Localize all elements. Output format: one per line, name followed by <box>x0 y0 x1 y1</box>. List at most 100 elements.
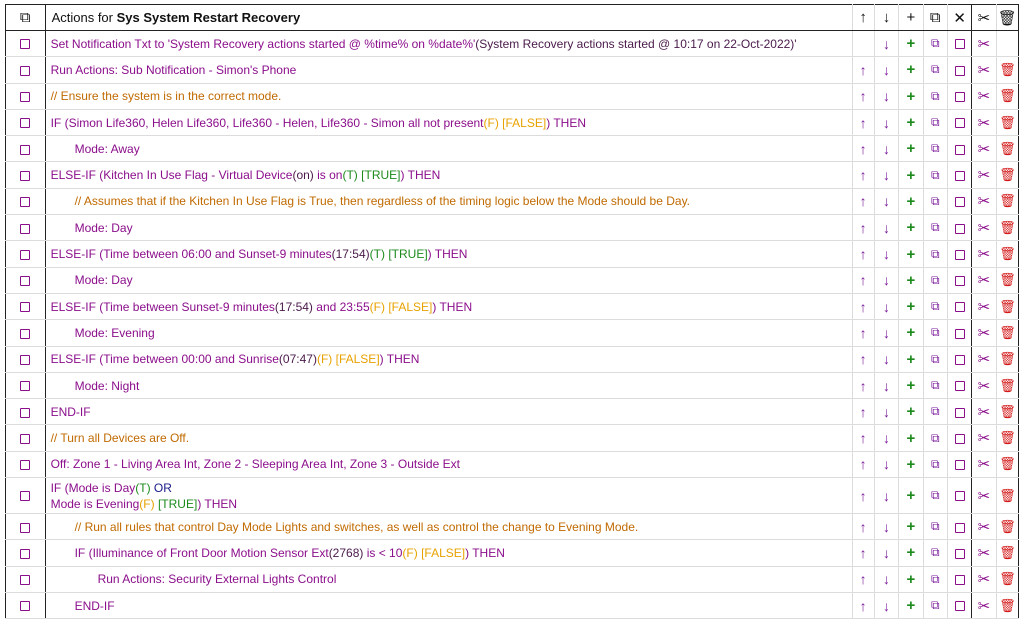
insert-cell[interactable]: + <box>898 292 924 321</box>
select-cell[interactable] <box>946 266 973 294</box>
arrow-up-icon[interactable]: ↑ <box>860 545 867 561</box>
copy-cell[interactable]: ⧉ <box>922 292 948 321</box>
delete-cell[interactable]: 🗑 <box>995 82 1020 110</box>
scissors-icon[interactable]: ✂ <box>978 456 991 473</box>
delete-cell[interactable]: 🗑 <box>995 565 1020 593</box>
select-cell[interactable] <box>946 591 973 619</box>
plus-icon[interactable]: + <box>907 167 916 184</box>
checkbox-icon[interactable] <box>954 223 965 234</box>
arrow-down-icon[interactable]: ↓ <box>883 115 890 131</box>
trash-icon[interactable]: 🗑 <box>999 246 1016 261</box>
cut-cell[interactable]: ✂ <box>971 292 997 321</box>
copy-icon[interactable]: ⧉ <box>931 141 940 155</box>
trash-icon[interactable]: 🗑 <box>999 519 1016 534</box>
delete-cell[interactable]: 🗑 <box>995 450 1020 479</box>
trash-icon[interactable]: 🗑 <box>999 378 1016 393</box>
scissors-icon[interactable]: ✂ <box>978 351 991 368</box>
cut-cell[interactable]: ✂ <box>971 135 997 163</box>
scissors-icon[interactable]: ✂ <box>978 571 991 588</box>
copy-cell[interactable]: ⧉ <box>922 477 948 515</box>
delete-cell[interactable] <box>995 29 1020 58</box>
trash-icon[interactable]: 🗑 <box>999 299 1016 314</box>
row-checkbox[interactable] <box>20 381 31 392</box>
cut-cell[interactable]: ✂ <box>971 513 997 541</box>
insert-cell[interactable]: + <box>898 187 924 216</box>
copy-cell[interactable]: ⧉ <box>922 82 948 110</box>
move-down-cell[interactable]: ↓ <box>873 29 900 58</box>
insert-cell[interactable]: + <box>898 539 924 567</box>
plus-icon[interactable]: + <box>907 544 916 561</box>
move-up-cell[interactable]: ↑ <box>851 56 875 84</box>
action-text[interactable]: IF (Simon Life360, Helen Life360, Life36… <box>44 108 853 137</box>
arrow-down-icon[interactable]: ↓ <box>883 88 890 104</box>
delete-cell[interactable]: 🗑 <box>995 266 1020 294</box>
copy-icon[interactable]: ⧉ <box>931 457 940 471</box>
move-up-cell[interactable]: ↑ <box>851 240 875 268</box>
row-select-cell[interactable] <box>5 135 46 163</box>
copy-icon[interactable]: ⧉ <box>931 36 940 50</box>
insert-cell[interactable]: + <box>898 371 924 400</box>
row-select-cell[interactable] <box>5 371 46 400</box>
action-text[interactable]: ELSE-IF (Time between 00:00 and Sunrise(… <box>44 345 853 373</box>
row-select-cell[interactable] <box>5 450 46 479</box>
move-down-cell[interactable]: ↓ <box>873 56 900 84</box>
arrow-down-icon[interactable]: ↓ <box>883 598 890 614</box>
cut-cell[interactable]: ✂ <box>971 319 997 347</box>
select-cell[interactable] <box>946 161 973 189</box>
row-select-cell[interactable] <box>5 240 46 268</box>
arrow-up-icon[interactable]: ↑ <box>860 378 867 394</box>
select-all-icon[interactable]: ⧉ <box>20 9 31 26</box>
insert-cell[interactable]: + <box>898 319 924 347</box>
move-up-cell[interactable]: ↑ <box>851 266 875 294</box>
cut-cell[interactable]: ✂ <box>971 29 997 58</box>
plus-icon[interactable]: + <box>907 351 916 368</box>
cut-cell[interactable]: ✂ <box>971 591 997 619</box>
plus-icon[interactable]: + <box>907 114 916 131</box>
delete-cell[interactable]: 🗑 <box>995 319 1020 347</box>
select-cell[interactable] <box>946 187 973 216</box>
move-down-cell[interactable]: ↓ <box>873 292 900 321</box>
arrow-up-icon[interactable]: ↑ <box>860 246 867 262</box>
row-select-cell[interactable] <box>5 214 46 242</box>
row-select-cell[interactable] <box>5 424 46 452</box>
move-down-cell[interactable]: ↓ <box>873 319 900 347</box>
row-checkbox[interactable] <box>20 170 31 181</box>
row-select-cell[interactable] <box>5 108 46 137</box>
cut-cell[interactable]: ✂ <box>971 345 997 373</box>
move-down-cell[interactable]: ↓ <box>873 398 900 426</box>
copy-icon[interactable]: ⧉ <box>931 352 940 366</box>
arrow-up-icon[interactable]: ↑ <box>860 351 867 367</box>
action-text[interactable]: IF (Mode is Day(T) OR Mode is Evening(F) … <box>44 477 853 515</box>
arrow-down-icon[interactable]: ↓ <box>883 325 890 341</box>
move-up-cell[interactable]: ↑ <box>851 108 875 137</box>
checkbox-icon[interactable] <box>954 39 965 50</box>
checkbox-icon[interactable] <box>954 381 965 392</box>
header-insert[interactable]: + <box>898 4 924 31</box>
arrow-down-icon[interactable]: ↓ <box>883 488 890 504</box>
arrow-up-icon[interactable]: ↑ <box>860 299 867 315</box>
move-up-cell[interactable]: ↑ <box>851 565 875 593</box>
action-text[interactable]: // Ensure the system is in the correct m… <box>44 82 853 110</box>
copy-icon[interactable]: ⧉ <box>931 220 940 234</box>
checkbox-icon[interactable] <box>954 522 965 533</box>
scissors-icon[interactable]: ✂ <box>978 378 991 395</box>
trash-icon[interactable]: 🗑 <box>999 456 1016 471</box>
plus-icon[interactable]: + <box>907 430 916 447</box>
action-text[interactable]: Mode: Day <box>44 214 853 242</box>
close-icon[interactable]: ✕ <box>953 10 966 27</box>
checkbox-icon[interactable] <box>954 601 965 612</box>
move-down-cell[interactable]: ↓ <box>873 135 900 163</box>
arrow-down-icon[interactable]: ↓ <box>883 9 891 26</box>
insert-cell[interactable]: + <box>898 29 924 58</box>
trash-icon[interactable]: 🗑 <box>999 598 1016 613</box>
copy-cell[interactable]: ⧉ <box>922 319 948 347</box>
move-up-cell[interactable]: ↑ <box>851 450 875 479</box>
select-all-cell[interactable]: ⧉ <box>5 4 46 31</box>
scissors-icon[interactable]: ✂ <box>978 299 991 316</box>
copy-cell[interactable]: ⧉ <box>922 56 948 84</box>
copy-cell[interactable]: ⧉ <box>922 371 948 400</box>
scissors-icon[interactable]: ✂ <box>978 141 991 158</box>
arrow-down-icon[interactable]: ↓ <box>883 571 890 587</box>
scissors-icon[interactable]: ✂ <box>978 88 991 105</box>
row-checkbox[interactable] <box>20 460 31 471</box>
